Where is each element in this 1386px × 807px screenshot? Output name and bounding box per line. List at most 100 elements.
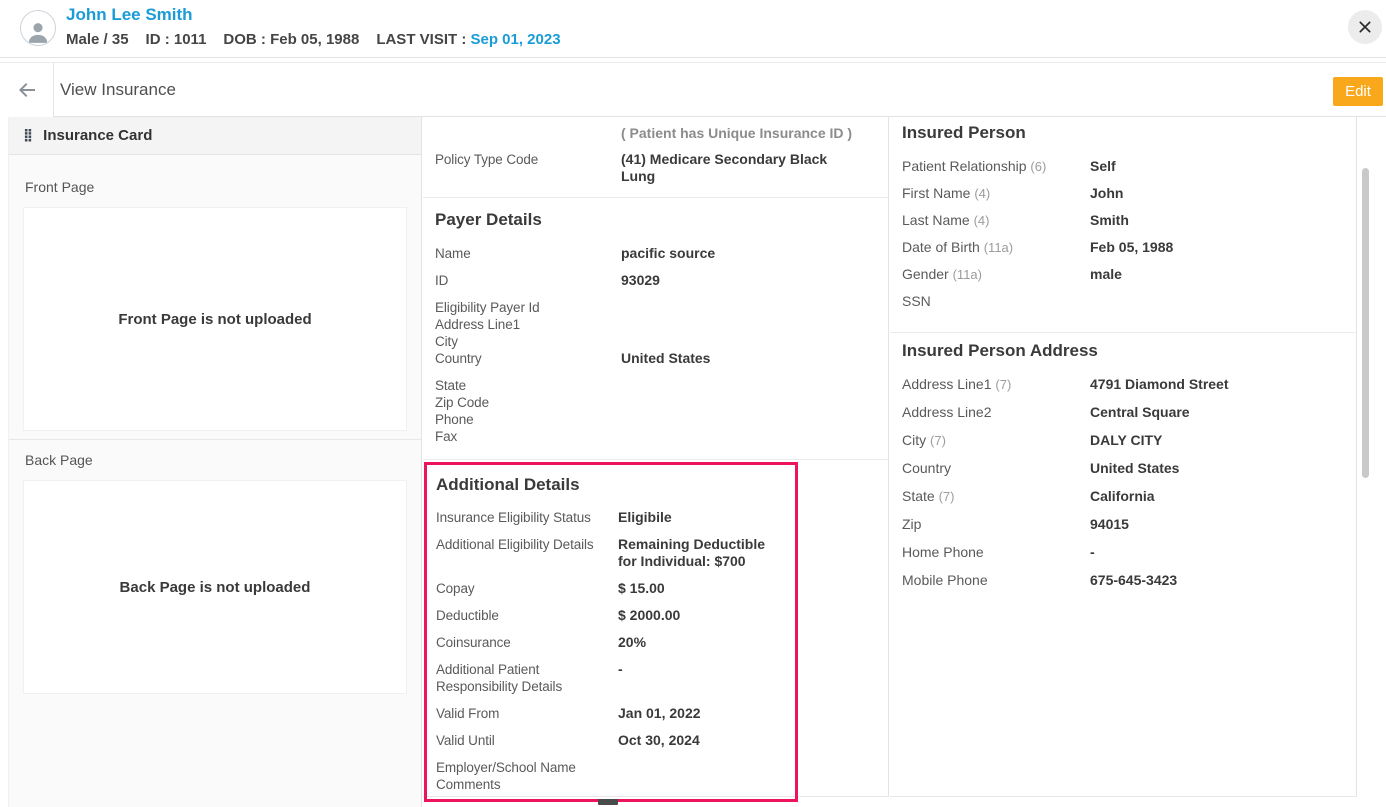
field-label: Patient Relationship (6) bbox=[902, 158, 1090, 175]
field-label: Copay bbox=[436, 580, 618, 597]
field-value: 93029 bbox=[621, 272, 660, 289]
field-label: Fax bbox=[435, 428, 621, 445]
patient-name-link[interactable]: John Lee Smith bbox=[66, 5, 193, 25]
detail-row: Country United States bbox=[435, 350, 876, 367]
field-label: Phone bbox=[435, 411, 621, 428]
detail-row: Patient Relationship (6) Self bbox=[902, 158, 1344, 175]
field-label: Address Line1 (7) bbox=[902, 376, 1090, 393]
field-label: Employer/School Name bbox=[436, 759, 618, 776]
field-value: 675-645-3423 bbox=[1090, 572, 1177, 589]
detail-row: ID 93029 bbox=[435, 272, 876, 289]
detail-row: Additional Eligibility Details Remaining… bbox=[436, 536, 787, 570]
policy-section: ( Patient has Unique Insurance ID ) Poli… bbox=[423, 117, 888, 198]
payer-details-title: Payer Details bbox=[435, 210, 876, 230]
field-code: (7) bbox=[939, 489, 955, 504]
unique-insurance-note: ( Patient has Unique Insurance ID ) bbox=[621, 125, 876, 142]
field-label: Mobile Phone bbox=[902, 572, 1090, 589]
view-insurance-page: John Lee Smith Male / 35 ID : 1011 DOB :… bbox=[0, 0, 1386, 807]
last-visit-value: Sep 01, 2023 bbox=[470, 31, 560, 48]
detail-row: Home Phone - bbox=[902, 544, 1344, 561]
edit-button[interactable]: Edit bbox=[1333, 77, 1383, 106]
back-page-placeholder-text: Back Page is not uploaded bbox=[120, 579, 311, 596]
field-value: - bbox=[1090, 544, 1095, 561]
detail-row: Country United States bbox=[902, 460, 1344, 477]
insurance-card-panel: ⣿ Insurance Card Front Page Front Page i… bbox=[8, 117, 422, 807]
additional-details-section-highlighted: Additional Details Insurance Eligibility… bbox=[424, 462, 798, 802]
field-code: (11a) bbox=[953, 267, 982, 282]
field-value: DALY CITY bbox=[1090, 432, 1162, 449]
field-value: Central Square bbox=[1090, 404, 1190, 421]
field-value: California bbox=[1090, 488, 1155, 505]
field-value: - bbox=[618, 661, 623, 678]
field-label: City (7) bbox=[902, 432, 1090, 449]
field-label: Address Line2 bbox=[902, 404, 1090, 421]
detail-row: Fax bbox=[435, 428, 876, 445]
field-label: Zip Code bbox=[435, 394, 621, 411]
additional-details-title: Additional Details bbox=[436, 475, 787, 495]
last-visit-label: LAST VISIT : bbox=[376, 31, 466, 48]
toolbar: View Insurance Edit bbox=[0, 62, 1386, 117]
detail-row: Mobile Phone 675-645-3423 bbox=[902, 572, 1344, 589]
field-value: Remaining Deductible for Individual: $70… bbox=[618, 536, 787, 570]
insured-person-column: Insured Person Patient Relationship (6) … bbox=[890, 117, 1357, 797]
field-label: Country bbox=[435, 350, 621, 367]
field-code: (7) bbox=[930, 433, 946, 448]
detail-row: Deductible $ 2000.00 bbox=[436, 607, 787, 624]
field-code: (4) bbox=[974, 213, 990, 228]
field-label: Additional Eligibility Details bbox=[436, 536, 618, 553]
field-label: SSN bbox=[902, 293, 1090, 310]
field-label: Gender (11a) bbox=[902, 266, 1090, 283]
front-page-label: Front Page bbox=[25, 179, 405, 195]
close-button[interactable] bbox=[1348, 10, 1382, 44]
insurance-card-title: Insurance Card bbox=[43, 127, 152, 144]
detail-row: Name pacific source bbox=[435, 245, 876, 262]
field-label: State bbox=[435, 377, 621, 394]
avatar bbox=[20, 10, 56, 46]
detail-row: State bbox=[435, 377, 876, 394]
detail-row: Copay $ 15.00 bbox=[436, 580, 787, 597]
insured-person-section: Insured Person Patient Relationship (6) … bbox=[890, 117, 1356, 333]
back-arrow-icon bbox=[15, 78, 39, 102]
patient-dob: DOB : Feb 05, 1988 bbox=[223, 31, 359, 48]
detail-row: Insurance Eligibility Status Eligibile bbox=[436, 509, 787, 526]
insured-person-title: Insured Person bbox=[902, 123, 1344, 143]
field-value: $ 2000.00 bbox=[618, 607, 680, 624]
insurance-card-header: ⣿ Insurance Card bbox=[9, 117, 421, 155]
field-value: Feb 05, 1988 bbox=[1090, 239, 1173, 256]
detail-row: Address Line1 (7) 4791 Diamond Street bbox=[902, 376, 1344, 393]
scrollbar-thumb[interactable] bbox=[1362, 168, 1369, 478]
field-label: Country bbox=[902, 460, 1090, 477]
detail-row: Coinsurance 20% bbox=[436, 634, 787, 651]
detail-row: Address Line1 bbox=[435, 316, 876, 333]
field-label: Comments bbox=[436, 776, 618, 793]
field-label: Policy Type Code bbox=[435, 151, 621, 168]
detail-row: Address Line2 Central Square bbox=[902, 404, 1344, 421]
field-code: (6) bbox=[1030, 159, 1046, 174]
detail-row: City bbox=[435, 333, 876, 350]
insured-person-address-section: Insured Person Address Address Line1 (7)… bbox=[890, 333, 1356, 589]
field-value: pacific source bbox=[621, 245, 715, 262]
patient-header: John Lee Smith Male / 35 ID : 1011 DOB :… bbox=[0, 0, 1386, 58]
detail-row: SSN bbox=[902, 293, 1344, 310]
back-button[interactable] bbox=[0, 63, 54, 117]
field-label: Additional Patient Responsibility Detail… bbox=[436, 661, 618, 695]
field-label: Deductible bbox=[436, 607, 618, 624]
detail-row: Gender (11a) male bbox=[902, 266, 1344, 283]
field-value: 4791 Diamond Street bbox=[1090, 376, 1229, 393]
field-value: United States bbox=[1090, 460, 1179, 477]
page-title: View Insurance bbox=[60, 80, 176, 100]
drag-handle-icon[interactable]: ⣿ bbox=[23, 129, 33, 142]
insured-person-address-title: Insured Person Address bbox=[902, 341, 1344, 361]
front-page-placeholder-text: Front Page is not uploaded bbox=[118, 311, 311, 328]
field-label: Eligibility Payer Id bbox=[435, 299, 621, 316]
detail-row: Additional Patient Responsibility Detail… bbox=[436, 661, 787, 695]
field-value: $ 15.00 bbox=[618, 580, 665, 597]
field-label: Name bbox=[435, 245, 621, 262]
field-label: Valid Until bbox=[436, 732, 618, 749]
clipped-next-section bbox=[598, 799, 618, 805]
field-label: Zip bbox=[902, 516, 1090, 533]
detail-row: Phone bbox=[435, 411, 876, 428]
person-icon bbox=[25, 19, 51, 45]
field-label: First Name (4) bbox=[902, 185, 1090, 202]
field-code: (7) bbox=[995, 377, 1011, 392]
